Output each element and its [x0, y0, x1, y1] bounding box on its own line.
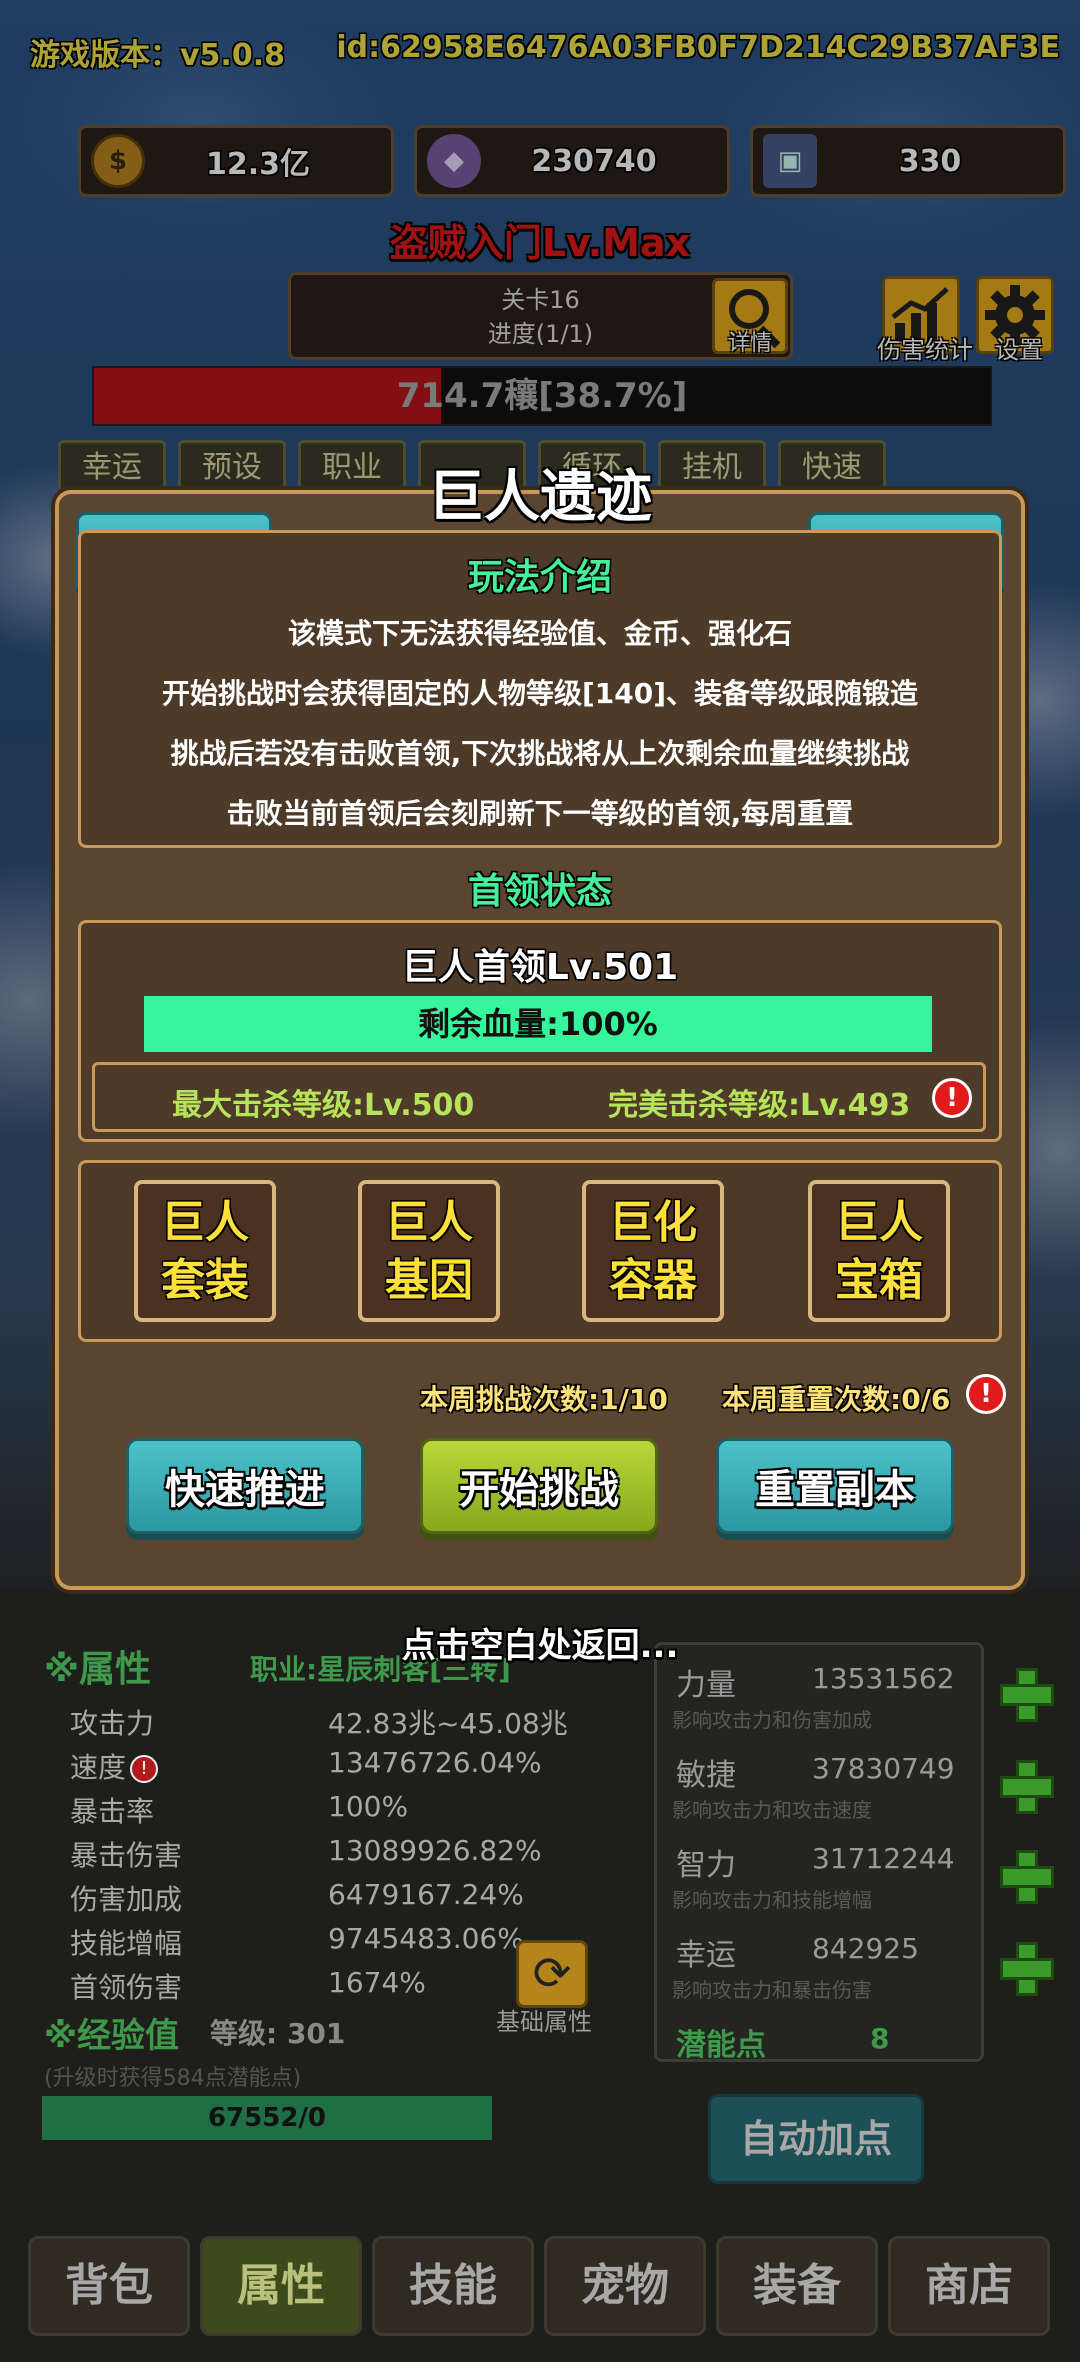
- add-luck-button[interactable]: [1000, 1942, 1054, 1996]
- reset-alert-icon[interactable]: !: [966, 1374, 1006, 1414]
- quick-advance-button[interactable]: 快速推进: [126, 1438, 364, 1534]
- giant-gene-card[interactable]: 巨人 基因: [358, 1180, 500, 1322]
- add-strength-button[interactable]: [1000, 1668, 1054, 1722]
- stat-name: 伤害加成: [70, 1883, 183, 1916]
- exp-value: 67552/0: [207, 2103, 327, 2133]
- stat-name: 技能增幅: [70, 1927, 183, 1960]
- weekly-reset-count: 本周重置次数:0/6: [722, 1383, 951, 1416]
- base-attributes-label: 基础属性: [496, 2008, 592, 2036]
- stat-value: 6479167.24%: [328, 1878, 524, 1911]
- kill-info-alert-icon[interactable]: !: [932, 1078, 972, 1118]
- base-stat-desc: 影响攻击力和暴击伤害: [672, 1978, 872, 2002]
- stat-value: 1674%: [328, 1966, 426, 1999]
- bottom-nav: 背包 属性 技能 宠物 装备 商店: [28, 2236, 1050, 2336]
- giant-container-card[interactable]: 巨化 容器: [582, 1180, 724, 1322]
- back-hint: 点击空白处返回...: [401, 1626, 679, 1666]
- base-stat-value: 31712244: [812, 1842, 955, 1875]
- auto-add-button[interactable]: 自动加点: [708, 2094, 924, 2184]
- speed-alert-icon[interactable]: !: [130, 1755, 159, 1783]
- base-stat-name: 幸运: [676, 1938, 736, 1973]
- stat-name: 速度!: [70, 1746, 159, 1786]
- intro-heading: 玩法介绍: [467, 557, 612, 598]
- base-stat-name: 智力: [676, 1848, 736, 1883]
- boss-name: 巨人首领Lv.501: [401, 947, 679, 988]
- nav-pets[interactable]: 宠物: [544, 2236, 706, 2336]
- stat-value: 42.83兆~45.08兆: [328, 1707, 568, 1740]
- nav-attributes[interactable]: 属性: [200, 2236, 362, 2336]
- exp-level: 等级: 301: [210, 2017, 346, 2050]
- potential-label: 潜能点: [676, 2028, 766, 2063]
- add-agility-button[interactable]: [1000, 1760, 1054, 1814]
- base-stat-value: 842925: [812, 1932, 919, 1965]
- max-kill-level: 最大击杀等级:Lv.500: [172, 1088, 475, 1123]
- exp-bar: 67552/0: [42, 2096, 492, 2140]
- potential-value: 8: [870, 2022, 890, 2055]
- stat-value: 13089926.82%: [328, 1834, 542, 1867]
- boss-hp-bar: 剩余血量:100%: [144, 996, 932, 1052]
- nav-skills[interactable]: 技能: [372, 2236, 534, 2336]
- boss-hp-text: 剩余血量:100%: [418, 1005, 658, 1043]
- stat-value: 13476726.04%: [328, 1746, 542, 1779]
- base-stat-desc: 影响攻击力和技能增幅: [672, 1888, 872, 1912]
- intro-line: 开始挑战时会获得固定的人物等级[140]、装备等级跟随锻造: [161, 677, 919, 710]
- nav-shop[interactable]: 商店: [888, 2236, 1050, 2336]
- exp-note: (升级时获得584点潜能点): [44, 2066, 302, 2091]
- base-stat-desc: 影响攻击力和伤害加成: [672, 1708, 872, 1732]
- weekly-challenge-count: 本周挑战次数:1/10: [420, 1383, 668, 1416]
- stat-name: 暴击伤害: [70, 1839, 183, 1872]
- stat-value: 100%: [328, 1790, 409, 1823]
- stat-name: 首领伤害: [70, 1971, 183, 2004]
- base-stat-desc: 影响攻击力和攻击速度: [672, 1798, 872, 1822]
- stat-name: 攻击力: [70, 1707, 155, 1740]
- base-stat-name: 敏捷: [676, 1758, 736, 1793]
- stat-value: 9745483.06%: [328, 1922, 524, 1955]
- exp-heading: ※经验值: [44, 2016, 180, 2056]
- reset-instance-button[interactable]: 重置副本: [716, 1438, 954, 1534]
- giant-chest-card[interactable]: 巨人 宝箱: [808, 1180, 950, 1322]
- base-stat-value: 37830749: [812, 1752, 955, 1785]
- refresh-icon[interactable]: ⟳: [516, 1940, 588, 2008]
- giant-set-card[interactable]: 巨人 套装: [134, 1180, 276, 1322]
- intro-line: 该模式下无法获得经验值、金币、强化石: [287, 617, 792, 650]
- nav-backpack[interactable]: 背包: [28, 2236, 190, 2336]
- intro-line: 挑战后若没有击败首领,下次挑战将从上次剩余血量继续挑战: [170, 737, 910, 770]
- perfect-kill-level: 完美击杀等级:Lv.493: [608, 1088, 911, 1123]
- add-intelligence-button[interactable]: [1000, 1850, 1054, 1904]
- start-challenge-button[interactable]: 开始挑战: [420, 1438, 658, 1534]
- nav-equipment[interactable]: 装备: [716, 2236, 878, 2336]
- intro-line: 击败当前首领后会刻刷新下一等级的首领,每周重置: [226, 797, 854, 830]
- boss-heading: 首领状态: [467, 871, 612, 912]
- stat-name: 暴击率: [70, 1795, 155, 1828]
